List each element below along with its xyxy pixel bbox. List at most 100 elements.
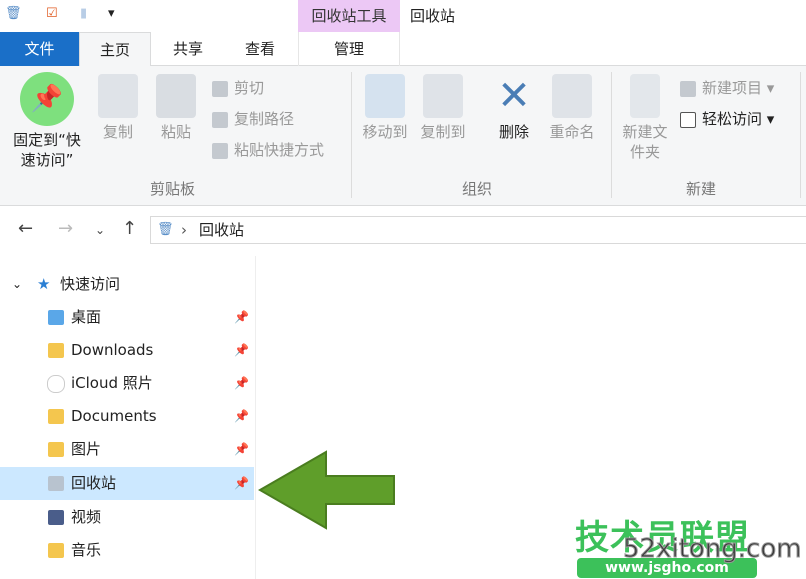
cut-button[interactable]: 剪切 [212, 76, 264, 100]
new-folder-label: 新建文件夹 [622, 123, 668, 161]
copy-button[interactable]: 复制 [96, 74, 140, 142]
group-new-label: 新建 [686, 180, 717, 198]
star-pin-icon: ★ [37, 275, 51, 293]
nav-item-label: Downloads [71, 341, 154, 359]
pin-icon[interactable]: 📌 [234, 433, 249, 466]
expand-chevron-icon[interactable]: ⌄ [12, 268, 22, 301]
new-item-label: 新建项目 [702, 79, 763, 97]
new-folder-icon[interactable]: ▮ [80, 6, 87, 21]
nav-item-pictures[interactable]: 图片 📌 [0, 433, 254, 466]
move-to-icon [365, 74, 405, 118]
divider [351, 72, 352, 198]
new-folder-button[interactable]: 新建文件夹 [618, 74, 672, 162]
new-item-button[interactable]: 新建项目 ▾ [680, 76, 774, 100]
tab-home[interactable]: 主页 [79, 32, 151, 67]
address-input[interactable]: 🗑 › 回收站 [150, 216, 806, 244]
delete-x-icon: ✕ [497, 73, 531, 119]
scissors-icon [212, 80, 228, 97]
group-clipboard-label: 剪贴板 [150, 180, 196, 198]
pin-quick-access-button[interactable]: 📌 固定到“快速访问” [8, 72, 86, 170]
pin-icon[interactable]: 📌 [234, 301, 249, 334]
videos-folder-icon [48, 510, 64, 525]
recycle-bin-icon: 🗑 [5, 6, 22, 21]
recent-chevron-down-icon[interactable]: ⌄ [95, 223, 105, 237]
nav-item-label: 音乐 [71, 541, 102, 559]
recycle-bin-icon [48, 476, 64, 491]
nav-item-label: 回收站 [71, 474, 117, 492]
copy-to-button[interactable]: 复制到 [416, 74, 470, 142]
copy-path-icon [212, 111, 228, 128]
desktop-folder-icon [48, 310, 64, 325]
nav-item-music[interactable]: 音乐 [0, 534, 254, 567]
paste-label: 粘贴 [160, 123, 191, 141]
copy-path-label: 复制路径 [234, 110, 295, 128]
divider [800, 72, 801, 198]
nav-item-desktop[interactable]: 桌面 📌 [0, 301, 254, 334]
tab-view[interactable]: 查看 [224, 32, 296, 66]
photos-icon [47, 375, 65, 393]
new-folder-big-icon [630, 74, 660, 118]
copy-icon [98, 74, 138, 118]
copy-to-label: 复制到 [420, 123, 466, 141]
rename-button[interactable]: 重命名 [545, 74, 599, 142]
nav-item-downloads[interactable]: Downloads 📌 [0, 334, 254, 367]
watermark-logo: 技术员联盟 www.jsgho.com 52xitong.com [575, 518, 802, 578]
move-to-button[interactable]: 移动到 [358, 74, 412, 142]
breadcrumb-chevron-icon: › [181, 221, 187, 239]
customize-dropdown-icon[interactable]: ▾ [108, 6, 115, 21]
navigation-pane: ⌄ ★ 快速访问 桌面 📌 Downloads 📌 iCloud 照片 📌 Docum… [0, 256, 256, 579]
quick-access-label: 快速访问 [60, 275, 121, 293]
recycle-bin-icon: 🗑 [157, 222, 174, 237]
properties-icon[interactable]: ☑ [46, 6, 58, 21]
context-tab-label: 回收站工具 [298, 0, 400, 32]
easy-access-label: 轻松访问 [702, 110, 763, 128]
delete-button[interactable]: ✕ 删除 [490, 74, 538, 142]
nav-item-label: 视频 [71, 508, 102, 526]
window-title: 回收站 [410, 7, 456, 25]
arrow-left-icon [257, 450, 395, 530]
pin-quick-access-label: 固定到“快速访问” [13, 131, 81, 169]
documents-folder-icon [48, 409, 64, 424]
cut-label: 剪切 [234, 79, 265, 97]
breadcrumb: 回收站 [199, 221, 245, 239]
nav-item-label: 图片 [71, 440, 102, 458]
group-organize-label: 组织 [462, 180, 493, 198]
pin-icon[interactable]: 📌 [234, 400, 249, 433]
paste-icon [156, 74, 196, 118]
up-arrow-icon[interactable]: ↑ [122, 218, 137, 239]
paste-shortcut-label: 粘贴快捷方式 [234, 141, 325, 159]
nav-item-icloud-photos[interactable]: iCloud 照片 📌 [0, 367, 254, 400]
address-bar-row: ← → ⌄ ↑ 🗑 › 回收站 [0, 214, 806, 246]
rename-label: 重命名 [549, 123, 595, 141]
ribbon-tabs: 文件 主页 共享 查看 管理 [0, 32, 806, 67]
copy-to-icon [423, 74, 463, 118]
pin-icon[interactable]: 📌 [234, 467, 249, 500]
paste-shortcut-button[interactable]: 粘贴快捷方式 [212, 138, 324, 162]
green-arrow-annotation [257, 450, 395, 530]
tab-share[interactable]: 共享 [152, 32, 224, 66]
tab-manage[interactable]: 管理 [298, 32, 400, 66]
music-folder-icon [48, 543, 64, 558]
pin-icon[interactable]: 📌 [234, 367, 249, 400]
pictures-folder-icon [48, 442, 64, 457]
nav-item-recycle-bin[interactable]: 回收站 📌 [0, 467, 254, 500]
back-arrow-icon[interactable]: ← [18, 218, 33, 239]
nav-item-videos[interactable]: 视频 [0, 501, 254, 534]
nav-item-documents[interactable]: Documents 📌 [0, 400, 254, 433]
downloads-folder-icon [48, 343, 64, 358]
rename-icon [552, 74, 592, 118]
pin-icon[interactable]: 📌 [234, 334, 249, 367]
tab-file[interactable]: 文件 [0, 32, 79, 66]
ribbon: 📌 固定到“快速访问” 复制 粘贴 剪切 复制路径 粘贴快捷方式 剪贴板 移动到… [0, 66, 806, 206]
nav-item-label: Documents [71, 407, 157, 425]
forward-arrow-icon[interactable]: → [58, 218, 73, 239]
delete-label: 删除 [498, 123, 529, 141]
nav-item-label: iCloud 照片 [71, 374, 153, 392]
quick-access-item[interactable]: ⌄ ★ 快速访问 [0, 268, 254, 301]
copy-path-button[interactable]: 复制路径 [212, 107, 294, 131]
move-to-label: 移动到 [362, 123, 408, 141]
paste-shortcut-icon [212, 142, 228, 159]
paste-button[interactable]: 粘贴 [154, 74, 198, 142]
easy-access-button[interactable]: 轻松访问 ▾ [680, 107, 774, 131]
easy-access-icon [680, 111, 696, 128]
